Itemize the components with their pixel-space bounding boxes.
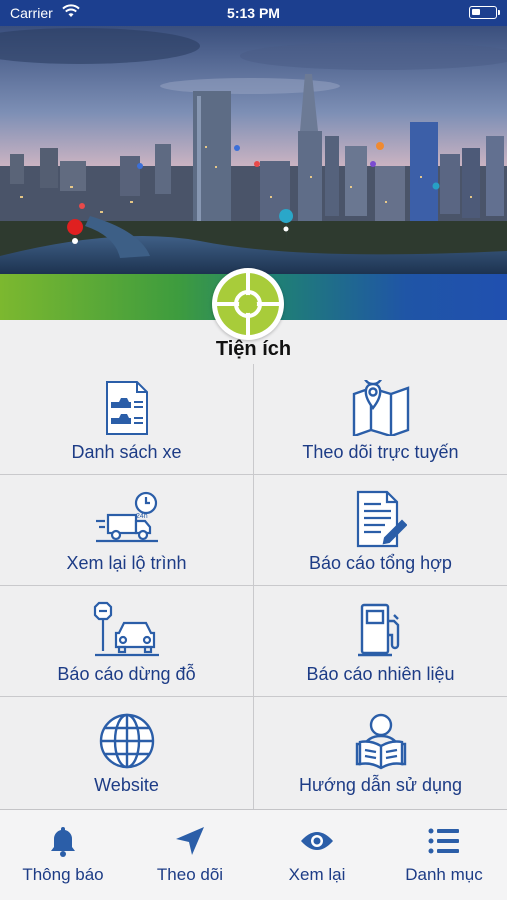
menu-item-label: Báo cáo dừng đỗ <box>57 664 196 684</box>
navigation-arrow-icon <box>127 824 253 858</box>
bottom-tab-bar: Thông báo Theo dõi Xem lại Danh mục <box>0 809 507 900</box>
battery-icon <box>469 6 500 19</box>
menu-item-label: Website <box>94 775 159 795</box>
app-logo <box>212 268 284 340</box>
status-bar: Carrier 5:13 PM <box>0 0 507 26</box>
clock: 5:13 PM <box>227 5 280 21</box>
tab-tracking[interactable]: Theo dõi <box>127 810 253 900</box>
menu-item-parking-report[interactable]: Báo cáo dừng đỗ <box>0 586 253 697</box>
menu-item-fuel-report[interactable]: Báo cáo nhiên liệu <box>254 586 507 697</box>
menu-item-label: Danh sách xe <box>71 442 182 462</box>
menu-item-route-history[interactable]: 24h Xem lại lộ trình <box>0 475 253 586</box>
map-pin-icon <box>254 378 507 438</box>
section-title: Tiện ích <box>215 338 292 360</box>
menu-item-label: Hướng dẫn sử dụng <box>298 775 462 795</box>
vehicle-list-icon <box>0 378 253 438</box>
menu-item-label: Báo cáo tổng hợp <box>309 553 452 573</box>
city-banner-image <box>0 26 507 274</box>
menu-item-summary-report[interactable]: Báo cáo tổng hợp <box>254 475 507 586</box>
grid-divider <box>253 364 254 809</box>
menu-item-label: Xem lại lộ trình <box>66 553 187 573</box>
menu-item-live-tracking[interactable]: Theo dõi trực tuyến <box>254 364 507 475</box>
parking-car-icon <box>0 600 253 660</box>
menu-item-label: Theo dõi trực tuyến <box>302 442 459 462</box>
tab-label: Thông báo <box>22 865 104 884</box>
fuel-pump-icon <box>254 600 507 660</box>
app-screen: Carrier 5:13 PM Tiện ích Danh sách xe Th… <box>0 0 507 900</box>
report-document-icon <box>254 489 507 549</box>
truck-24h-icon: 24h <box>0 489 253 549</box>
tab-review[interactable]: Xem lại <box>254 810 380 900</box>
menu-item-user-guide[interactable]: Hướng dẫn sử dụng <box>254 697 507 808</box>
menu-item-label: Báo cáo nhiên liệu <box>306 664 455 684</box>
user-guide-icon <box>254 711 507 771</box>
svg-text:24h: 24h <box>136 513 148 520</box>
tab-catalog[interactable]: Danh mục <box>381 810 507 900</box>
menu-item-website[interactable]: Website <box>0 697 253 808</box>
tab-notifications[interactable]: Thông báo <box>0 810 126 900</box>
tab-label: Danh mục <box>405 865 483 884</box>
tab-label: Xem lại <box>288 865 346 884</box>
eye-icon <box>254 824 380 858</box>
menu-item-vehicle-list[interactable]: Danh sách xe <box>0 364 253 475</box>
feature-grid: Danh sách xe Theo dõi trực tuyến 24h Xem… <box>0 364 507 809</box>
globe-icon <box>0 711 253 771</box>
bell-icon <box>0 824 126 858</box>
tab-label: Theo dõi <box>156 865 224 884</box>
list-icon <box>381 824 507 858</box>
